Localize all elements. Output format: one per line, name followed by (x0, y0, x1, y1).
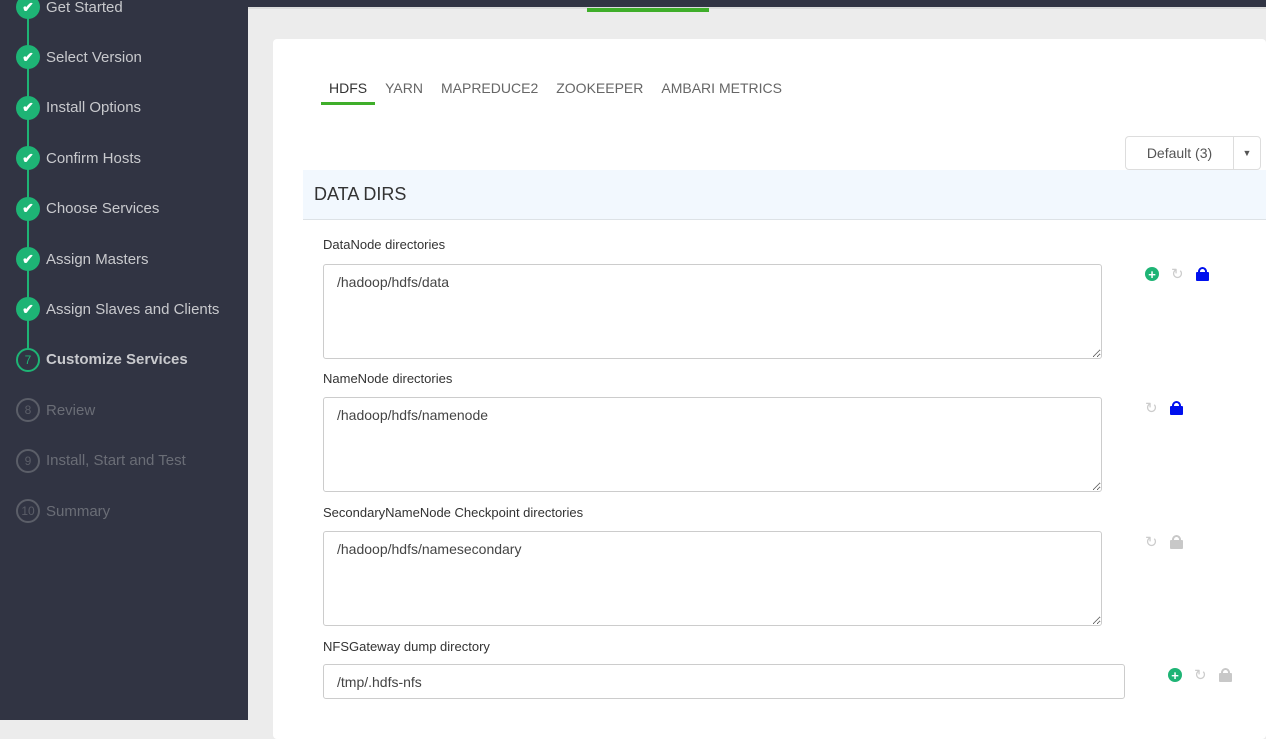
wizard-step: 10 Summary (16, 499, 110, 523)
field-label: NameNode directories (323, 371, 453, 386)
undo-icon[interactable]: ↻ (1194, 666, 1207, 684)
config-group-dropdown[interactable]: Default (3) ▼ (1125, 136, 1261, 170)
namenode-dirs-textarea[interactable]: /hadoop/hdfs/namenode (323, 397, 1102, 492)
wizard-step-label: Install, Start and Test (46, 452, 186, 470)
secondary-namenode-dirs-textarea[interactable]: /hadoop/hdfs/namesecondary (323, 531, 1102, 626)
undo-icon[interactable]: ↻ (1171, 265, 1184, 283)
wizard-step-label: Review (46, 401, 96, 419)
wizard-step[interactable]: ✔ Confirm Hosts (16, 146, 142, 171)
check-icon: ✔ (16, 146, 40, 171)
lock-icon[interactable] (1169, 535, 1183, 549)
lock-icon[interactable] (1169, 401, 1183, 415)
wizard-step: 9 Install, Start and Test (16, 448, 186, 473)
step-number: 8 (16, 398, 40, 423)
wizard-step[interactable]: ✔ Select Version (16, 45, 142, 70)
tab-ambari-metrics[interactable]: AMBARI METRICS (661, 80, 782, 105)
config-group-button[interactable]: Default (3) (1126, 137, 1234, 169)
service-tabs: HDFS YARN MAPREDUCE2 ZOOKEEPER AMBARI ME… (321, 80, 800, 105)
wizard-step[interactable]: ✔ Install Options (16, 95, 142, 120)
divider (248, 7, 1266, 9)
wizard-step-label: Assign Masters (46, 250, 149, 268)
check-icon: ✔ (16, 297, 40, 322)
wizard-step: 7 Customize Services (16, 347, 188, 372)
step-number: 7 (16, 347, 40, 372)
wizard-sidebar: ✔ Get Started ✔ Select Version ✔ Install Opti… (0, 0, 248, 720)
check-icon: ✔ (16, 95, 40, 120)
wizard-step-label: Get Started (46, 0, 123, 16)
field-label: SecondaryNameNode Checkpoint directories (323, 505, 584, 520)
lock-icon[interactable] (1195, 267, 1209, 281)
check-icon: ✔ (16, 247, 40, 271)
wizard-step-label: Assign Slaves and Clients (46, 300, 220, 318)
wizard-step-label: Choose Services (46, 200, 160, 218)
wizard-step-label: Summary (46, 502, 111, 520)
undo-icon[interactable]: ↻ (1145, 399, 1158, 417)
check-icon: ✔ (16, 196, 40, 221)
wizard-step[interactable]: ✔ Get Started (16, 0, 123, 19)
wizard-step[interactable]: ✔ Choose Services (16, 196, 160, 221)
tab-hdfs[interactable]: HDFS (321, 80, 376, 105)
content-card (273, 39, 1266, 739)
wizard-step: 8 Review (16, 398, 96, 423)
field-label: DataNode directories (323, 237, 446, 252)
wizard-progress-bar (587, 8, 709, 12)
tab-mapreduce2[interactable]: MAPREDUCE2 (441, 80, 538, 105)
step-number: 9 (16, 448, 40, 473)
lock-icon[interactable] (1218, 668, 1232, 682)
check-icon: ✔ (16, 0, 40, 19)
wizard-step[interactable]: ✔ Assign Slaves and Clients (16, 297, 220, 322)
undo-icon[interactable]: ↻ (1145, 533, 1158, 551)
tab-yarn[interactable]: YARN (385, 80, 423, 105)
check-icon: ✔ (16, 45, 40, 70)
tab-zookeeper[interactable]: ZOOKEEPER (556, 80, 643, 105)
nfsgateway-dump-dir-input[interactable] (323, 664, 1125, 699)
add-override-icon[interactable]: + (1168, 668, 1182, 682)
field-label: NFSGateway dump directory (323, 639, 490, 654)
caret-down-icon[interactable]: ▼ (1234, 137, 1260, 169)
section-header: DATA DIRS (303, 170, 1266, 220)
wizard-step[interactable]: ✔ Assign Masters (16, 247, 149, 271)
wizard-step-label: Select Version (46, 48, 142, 66)
wizard-step-label: Customize Services (46, 351, 188, 369)
step-number: 10 (16, 499, 40, 523)
add-override-icon[interactable]: + (1145, 267, 1159, 281)
datanode-dirs-textarea[interactable]: /hadoop/hdfs/data (323, 264, 1102, 359)
wizard-step-label: Install Options (46, 99, 142, 117)
wizard-step-label: Confirm Hosts (46, 149, 142, 167)
